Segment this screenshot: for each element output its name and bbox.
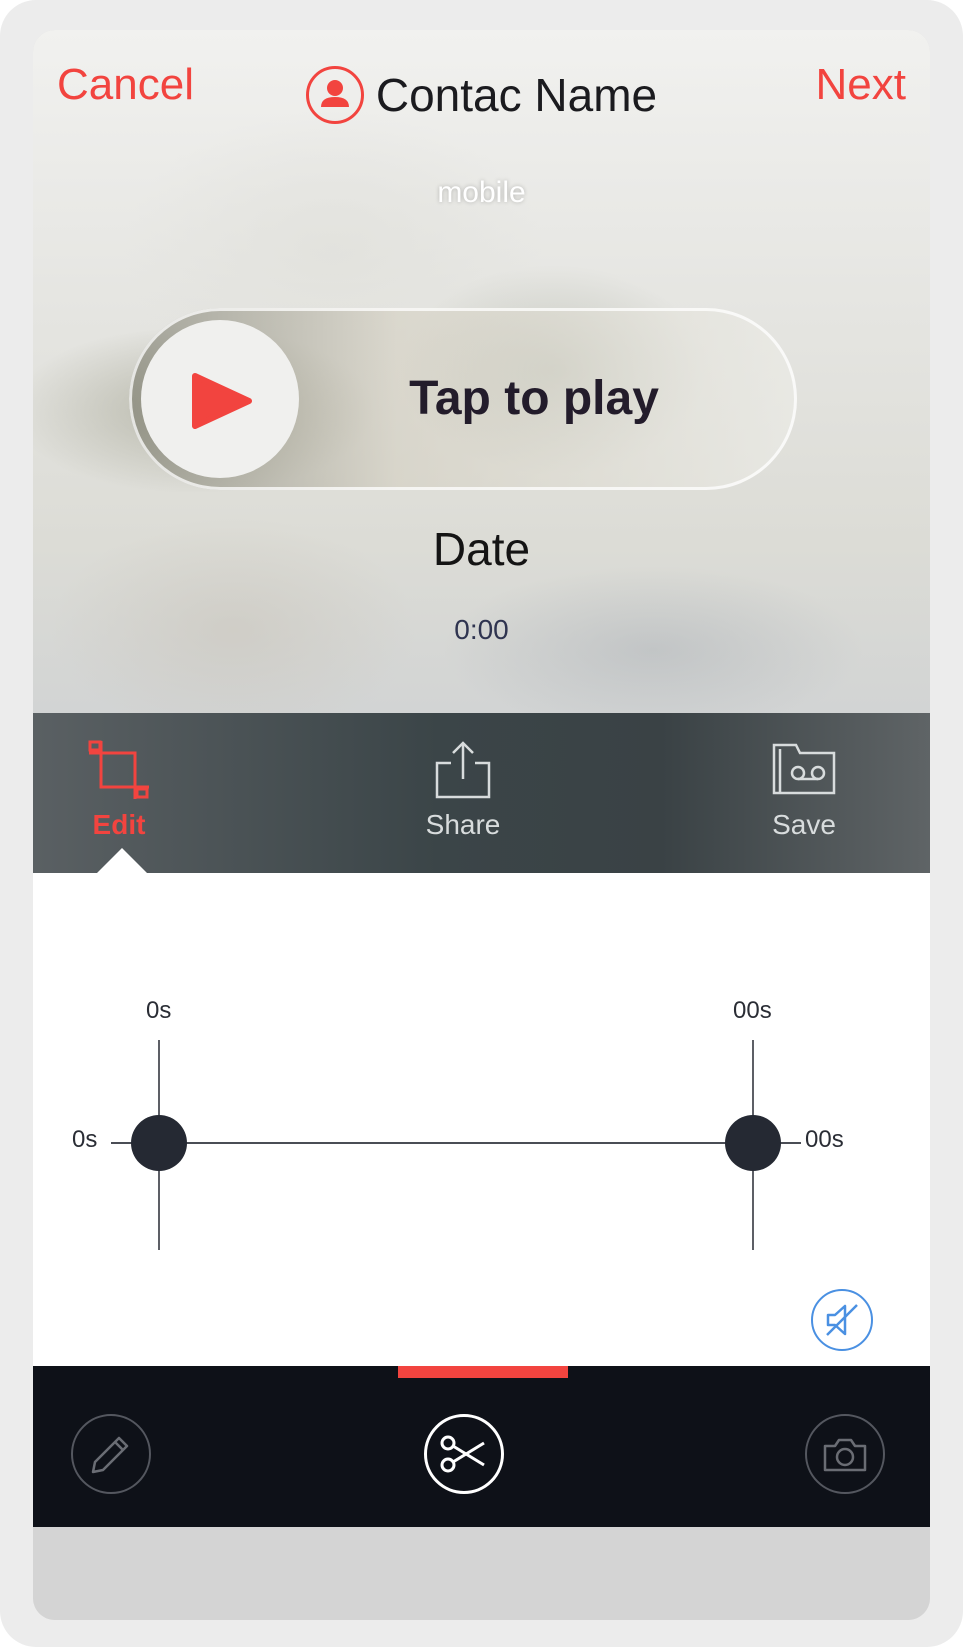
- tab-save-label: Save: [772, 809, 836, 840]
- tap-to-play-label: Tap to play: [409, 372, 659, 425]
- pencil-icon: [91, 1436, 129, 1474]
- start-time-side-label: 0s: [72, 1126, 98, 1153]
- date-label: Date: [432, 523, 531, 575]
- trim-start-handle[interactable]: [131, 1115, 187, 1171]
- person-icon: [305, 66, 364, 124]
- selected-tool-indicator: [398, 1366, 568, 1378]
- trim-editor: 0s 00s 0s 00s: [33, 873, 930, 1366]
- tab-bar: Edit Share Save: [33, 713, 930, 873]
- screen: Cancel Next Contac Name mobile Tap to pl…: [33, 30, 930, 1620]
- scissors-icon: [440, 1435, 485, 1473]
- speaker-off-icon: [826, 1304, 858, 1336]
- play-icon: [192, 373, 252, 429]
- play-button[interactable]: [141, 320, 299, 478]
- end-time-side-label: 00s: [805, 1126, 844, 1153]
- active-tab-caret: [96, 848, 148, 874]
- draw-tool-button[interactable]: [71, 1414, 151, 1494]
- home-indicator-area: [33, 1527, 930, 1620]
- trim-track: [111, 1142, 801, 1144]
- tab-save[interactable]: Save: [724, 713, 884, 873]
- mute-button[interactable]: [811, 1289, 873, 1351]
- contact-name: Contac Name: [375, 69, 658, 121]
- player-header: Cancel Next Contac Name mobile Tap to pl…: [33, 30, 930, 713]
- device-frame: Cancel Next Contac Name mobile Tap to pl…: [0, 0, 963, 1647]
- trim-end-handle[interactable]: [725, 1115, 781, 1171]
- play-control[interactable]: Tap to play: [129, 308, 797, 490]
- end-time-top-label: 00s: [733, 997, 772, 1024]
- tab-edit-label: Edit: [92, 809, 146, 840]
- camera-icon: [823, 1438, 867, 1472]
- trim-tool-button[interactable]: [424, 1414, 504, 1494]
- start-time-top-label: 0s: [146, 997, 172, 1024]
- contact-header: Contac Name: [33, 66, 930, 124]
- tab-share[interactable]: Share: [383, 713, 543, 873]
- voicemail-folder-icon: [770, 739, 838, 802]
- share-icon: [433, 739, 493, 806]
- tab-share-label: Share: [425, 809, 501, 840]
- crop-icon: [87, 739, 151, 806]
- contact-subtitle: mobile: [437, 176, 526, 209]
- bottom-toolbar: [33, 1366, 930, 1527]
- camera-tool-button[interactable]: [805, 1414, 885, 1494]
- time-label: 0:00: [454, 614, 509, 645]
